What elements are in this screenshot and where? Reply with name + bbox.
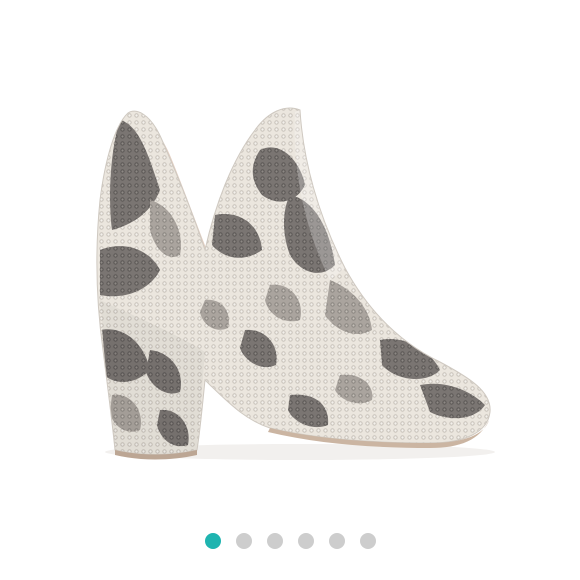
carousel-dot-active[interactable] [204, 533, 221, 549]
product-image[interactable] [0, 0, 580, 515]
carousel-pagination [0, 531, 580, 551]
carousel-dot[interactable] [328, 533, 345, 549]
carousel-dot[interactable] [359, 533, 376, 549]
carousel-dot[interactable] [297, 533, 314, 549]
product-image-carousel [0, 0, 580, 580]
snakeskin-ankle-bootie-icon [96, 107, 495, 460]
carousel-dot[interactable] [235, 533, 252, 549]
carousel-dot[interactable] [266, 533, 283, 549]
